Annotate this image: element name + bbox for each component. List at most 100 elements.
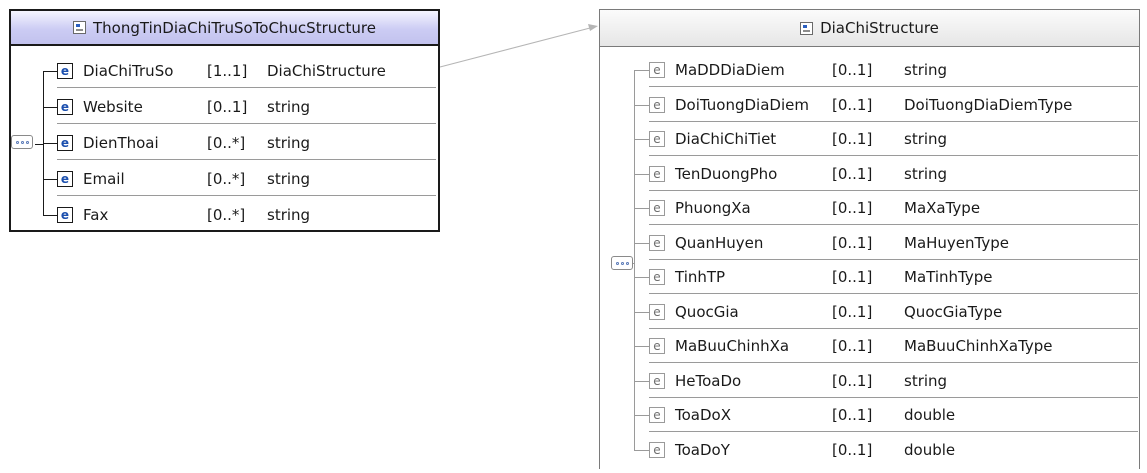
element-type: MaHuyenType: [904, 233, 1009, 252]
element-row-diachitruso[interactable]: e DiaChiTruSo [1..1] DiaChiStructure: [11, 57, 436, 88]
branch-line: [43, 179, 57, 180]
element-cardinality: [0..1]: [832, 268, 873, 286]
element-icon: e: [649, 269, 665, 285]
element-row-quanhuyen[interactable]: e QuanHuyen [0..1] MaHuyenType: [600, 229, 1138, 260]
element-name: MaDDDiaDiem: [675, 61, 785, 79]
element-cardinality: [0..1]: [832, 406, 873, 424]
element-name: DoiTuongDiaDiem: [675, 95, 809, 114]
element-row-toadoy[interactable]: e ToaDoY [0..1] double: [600, 436, 1138, 466]
element-type: MaTinhType: [904, 268, 993, 286]
box-header: DiaChiStructure: [600, 10, 1139, 47]
element-name: Email: [83, 170, 125, 188]
branch-line: [43, 215, 57, 216]
element-type: string: [904, 130, 948, 148]
element-row-dienthoai[interactable]: e DienThoai [0..*] string: [11, 129, 436, 160]
element-icon: e: [57, 99, 73, 115]
sequence-compositor-icon[interactable]: [611, 256, 633, 270]
sequence-compositor-icon[interactable]: [11, 135, 33, 149]
element-icon: e: [649, 96, 665, 113]
element-type: MaXaType: [904, 199, 981, 217]
element-icon: e: [649, 165, 665, 182]
row-divider: [57, 159, 436, 160]
element-type: MaBuuChinhXaType: [904, 337, 1053, 355]
element-row-phuongxa[interactable]: e PhuongXa [0..1] MaXaType: [600, 194, 1138, 225]
sequence-line: [634, 70, 635, 450]
element-name: MaBuuChinhXa: [675, 337, 790, 355]
element-name: DienThoai: [83, 134, 159, 152]
element-name: ToaDoX: [675, 406, 731, 424]
complex-type-icon: [800, 21, 814, 35]
element-name: DiaChiChiTiet: [675, 130, 777, 148]
element-name: QuanHuyen: [675, 233, 764, 252]
element-icon: e: [649, 200, 665, 216]
element-icon: e: [649, 234, 665, 251]
branch-line: [634, 104, 649, 106]
compositor-link: [35, 144, 43, 145]
branch-line: [634, 449, 649, 451]
row-divider: [649, 86, 1138, 87]
element-icon: e: [57, 207, 73, 223]
element-type: string: [267, 206, 311, 224]
element-row-mabuuchinhxa[interactable]: e MaBuuChinhXa [0..1] MaBuuChinhXaType: [600, 332, 1138, 363]
element-cardinality: [0..1]: [832, 440, 873, 459]
element-type: string: [267, 170, 311, 188]
row-divider: [649, 362, 1138, 363]
element-type: DiaChiStructure: [267, 62, 386, 80]
complex-type-box-thongtin[interactable]: ThongTinDiaChiTruSoToChucStructure e DiaC…: [9, 9, 440, 232]
complex-type-box-diachi[interactable]: DiaChiStructure e MaDDDiaDiem [0..1] string…: [599, 9, 1140, 469]
element-cardinality: [0..*]: [207, 206, 246, 224]
row-divider: [649, 189, 1138, 191]
element-icon: e: [649, 62, 665, 78]
element-type: string: [904, 371, 948, 390]
element-icon: e: [649, 407, 665, 423]
element-name: TinhTP: [675, 268, 726, 286]
element-icon: e: [649, 303, 665, 320]
branch-line: [43, 107, 57, 108]
element-name: TenDuongPho: [675, 164, 778, 183]
element-row-diachichitiet[interactable]: e DiaChiChiTiet [0..1] string: [600, 125, 1138, 156]
element-row-madddiadiem[interactable]: e MaDDDiaDiem [0..1] string: [600, 56, 1138, 87]
element-row-hetoado[interactable]: e HeToaDo [0..1] string: [600, 367, 1138, 398]
connector-arrowhead-icon: [588, 24, 598, 31]
element-row-quocgia[interactable]: e QuocGia [0..1] QuocGiaType: [600, 298, 1138, 329]
element-cardinality: [0..1]: [832, 337, 873, 355]
row-divider: [649, 396, 1138, 398]
element-name: ToaDoY: [675, 440, 730, 459]
element-icon: e: [649, 372, 665, 389]
element-name: PhuongXa: [675, 199, 751, 217]
row-divider: [649, 120, 1138, 122]
branch-line: [634, 415, 649, 416]
element-row-email[interactable]: e Email [0..*] string: [11, 165, 436, 196]
element-row-fax[interactable]: e Fax [0..*] string: [11, 201, 436, 231]
element-row-doituongdiadiem[interactable]: e DoiTuongDiaDiem [0..1] DoiTuongDiaDiemTyp…: [600, 91, 1138, 122]
branch-line: [634, 311, 649, 313]
element-cardinality: [0..1]: [832, 130, 873, 148]
branch-line: [634, 242, 649, 244]
element-cardinality: [0..*]: [207, 170, 246, 188]
element-cardinality: [0..*]: [207, 134, 246, 152]
branch-line: [43, 143, 57, 144]
row-divider: [649, 431, 1138, 432]
element-name: DiaChiTruSo: [83, 62, 174, 80]
element-cardinality: [0..1]: [832, 199, 873, 217]
element-cardinality: [1..1]: [207, 62, 248, 80]
element-row-website[interactable]: e Website [0..1] string: [11, 93, 436, 124]
row-divider: [57, 123, 436, 124]
element-name: Website: [83, 98, 143, 116]
element-cardinality: [0..1]: [832, 233, 873, 252]
row-divider: [649, 293, 1138, 294]
box-title: ThongTinDiaChiTruSoToChucStructure: [93, 18, 376, 37]
element-row-tenduongpho[interactable]: e TenDuongPho [0..1] string: [600, 160, 1138, 191]
element-type: double: [904, 406, 956, 424]
row-divider: [57, 87, 436, 88]
element-cardinality: [0..1]: [832, 371, 873, 390]
element-type: string: [904, 61, 948, 79]
element-row-toadox[interactable]: e ToaDoX [0..1] double: [600, 401, 1138, 432]
element-icon: e: [57, 63, 73, 79]
row-divider: [649, 155, 1138, 156]
row-divider: [57, 195, 436, 196]
element-row-tinhtp[interactable]: e TinhTP [0..1] MaTinhType: [600, 263, 1138, 294]
element-cardinality: [0..1]: [207, 98, 248, 116]
row-divider: [649, 258, 1138, 260]
branch-line: [634, 346, 649, 347]
